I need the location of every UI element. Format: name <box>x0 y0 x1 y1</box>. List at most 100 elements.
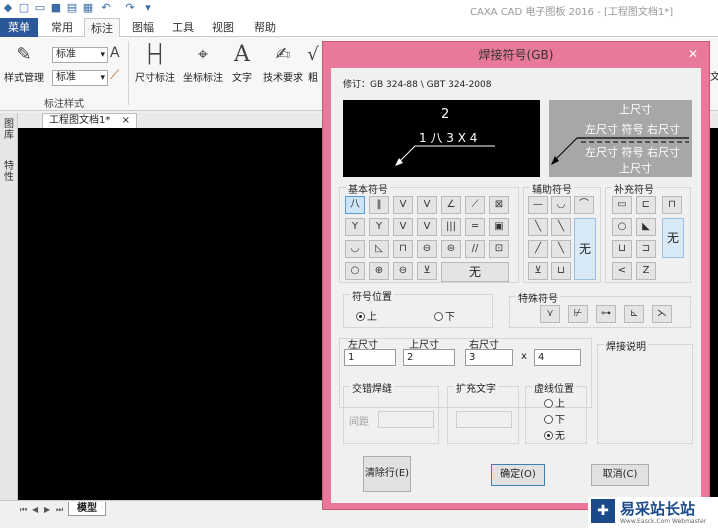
basic-symbol[interactable]: V <box>393 196 413 214</box>
basic-symbol[interactable]: Y <box>345 218 365 236</box>
tab-tools[interactable]: 工具 <box>166 18 200 37</box>
supp-none-button[interactable]: 无 <box>662 218 684 258</box>
print-icon[interactable]: ▦ <box>82 2 94 14</box>
print-preview-icon[interactable]: ▤ <box>66 2 78 14</box>
aux-none-button[interactable]: 无 <box>574 218 596 280</box>
position-up-radio[interactable]: 上 <box>356 308 377 323</box>
special-symbol[interactable]: ⊬ <box>568 305 588 323</box>
style-manage-button[interactable]: ✎ 样式管理 <box>2 41 46 84</box>
tab-view[interactable]: 视图 <box>206 18 240 37</box>
basic-symbol[interactable]: ▣ <box>489 218 509 236</box>
special-symbol[interactable]: ⊶ <box>596 305 616 323</box>
basic-symbol[interactable]: ||| <box>441 218 461 236</box>
supp-symbol[interactable]: ⊐ <box>636 240 656 258</box>
open-folder-icon[interactable]: ▭ <box>34 2 46 14</box>
basic-symbol[interactable]: // <box>465 240 485 258</box>
dashed-down-radio[interactable]: 下 <box>544 411 565 426</box>
aux-symbol[interactable]: ⊻ <box>528 262 548 280</box>
x-size-input[interactable]: 4 <box>534 349 581 366</box>
basic-none-button[interactable]: 无 <box>441 262 509 282</box>
basic-symbol[interactable]: 八 <box>345 196 365 214</box>
new-file-icon[interactable]: ▢ <box>18 2 30 14</box>
basic-symbol[interactable]: ∠ <box>441 196 461 214</box>
basic-symbol[interactable]: ⊠ <box>489 196 509 214</box>
text-button[interactable]: A 文字 <box>228 41 256 84</box>
coord-button[interactable]: ⌖ 坐标标注 <box>180 41 226 84</box>
basic-symbol[interactable]: Y <box>369 218 389 236</box>
text-style-icon[interactable]: A <box>110 45 120 61</box>
aux-symbol[interactable]: ╲ <box>528 218 548 236</box>
side-tab-library[interactable]: 图库 <box>3 119 15 141</box>
tab-common[interactable]: 常用 <box>46 18 78 37</box>
tab-menu[interactable]: 菜单 <box>0 18 38 37</box>
basic-symbol[interactable]: ⊖ <box>417 240 437 258</box>
up-size-input[interactable]: 2 <box>403 349 455 366</box>
app-logo-icon[interactable]: ◆ <box>2 2 14 14</box>
dim-style-icon[interactable]: ⟋ <box>110 68 119 83</box>
aux-symbol[interactable]: ╱ <box>528 240 548 258</box>
special-symbol[interactable]: ⋎ <box>540 305 560 323</box>
clear-row-button[interactable]: 清除行(E) <box>363 456 411 492</box>
side-tab-properties[interactable]: 特性 <box>3 161 15 183</box>
aux-symbol[interactable]: ⌒ <box>574 196 594 214</box>
basic-symbol[interactable]: ═ <box>465 218 485 236</box>
roughness-button[interactable]: √ 粗 <box>306 41 320 84</box>
supp-symbol[interactable]: < <box>612 262 632 280</box>
text-style-select[interactable]: 标准 <box>52 47 108 63</box>
supp-symbol[interactable]: ○ <box>612 218 632 236</box>
basic-symbol[interactable]: ⊓ <box>393 240 413 258</box>
aux-symbol[interactable]: ◡ <box>551 196 571 214</box>
basic-symbol[interactable]: ⊜ <box>441 240 461 258</box>
supp-symbol[interactable]: ⊓ <box>662 196 682 214</box>
basic-symbol[interactable]: ◡ <box>345 240 365 258</box>
basic-symbol[interactable]: V <box>417 218 437 236</box>
right-size-input[interactable]: 3 <box>465 349 513 366</box>
redo-icon[interactable]: ↷ <box>124 2 136 14</box>
aux-symbol[interactable]: ╲ <box>551 218 571 236</box>
customize-icon[interactable]: ▾ <box>142 2 154 14</box>
basic-symbol[interactable]: ⊕ <box>369 262 389 280</box>
basic-symbol[interactable]: ⊡ <box>489 240 509 258</box>
tech-button[interactable]: ✍ 技术要求 <box>260 41 306 84</box>
gap-input[interactable] <box>378 411 434 428</box>
tab-sheet[interactable]: 图幅 <box>126 18 160 37</box>
aux-symbol[interactable]: ⊔ <box>551 262 571 280</box>
supp-symbol[interactable]: ⊏ <box>636 196 656 214</box>
dim-style-select[interactable]: 标准 <box>52 70 108 86</box>
next-sheet-icon[interactable]: ▶ <box>44 505 50 514</box>
supp-symbol[interactable]: ⊔ <box>612 240 632 258</box>
last-sheet-icon[interactable]: ⏭ <box>56 505 63 515</box>
ok-button[interactable]: 确定(O) <box>491 464 545 486</box>
extend-text-input[interactable] <box>456 411 512 428</box>
basic-symbol[interactable]: ○ <box>345 262 365 280</box>
prev-sheet-icon[interactable]: ◀ <box>32 505 38 514</box>
tab-annotation[interactable]: 标注 <box>84 18 120 38</box>
basic-symbol[interactable]: ◺ <box>369 240 389 258</box>
basic-symbol[interactable]: V <box>393 218 413 236</box>
position-down-radio[interactable]: 下 <box>434 308 455 323</box>
save-icon[interactable]: ■ <box>50 2 62 14</box>
basic-symbol[interactable]: ‖ <box>369 196 389 214</box>
left-size-input[interactable]: 1 <box>344 349 396 366</box>
dashed-none-radio[interactable]: 无 <box>544 427 565 442</box>
special-symbol[interactable]: ⋋ <box>652 305 672 323</box>
aux-symbol[interactable]: — <box>528 196 548 214</box>
basic-symbol[interactable]: V <box>417 196 437 214</box>
basic-symbol[interactable]: ⟋ <box>465 196 485 214</box>
dashed-up-radio[interactable]: 上 <box>544 395 565 410</box>
aux-symbol[interactable]: ╲ <box>551 240 571 258</box>
basic-symbol[interactable]: ⊖ <box>393 262 413 280</box>
model-tab[interactable]: 模型 <box>68 502 106 516</box>
first-sheet-icon[interactable]: ⏮ <box>20 505 27 515</box>
basic-symbol[interactable]: ⊻ <box>417 262 437 280</box>
tab-help[interactable]: 帮助 <box>248 18 282 37</box>
close-icon[interactable]: × <box>122 115 130 126</box>
dialog-close-icon[interactable]: ✕ <box>683 46 703 62</box>
undo-icon[interactable]: ↶ <box>100 2 112 14</box>
document-tab[interactable]: 工程图文档1* × <box>42 113 137 128</box>
supp-symbol[interactable]: ◣ <box>636 218 656 236</box>
supp-symbol[interactable]: Z <box>636 262 656 280</box>
cancel-button[interactable]: 取消(C) <box>591 464 649 486</box>
dim-button[interactable]: ├┤ 尺寸标注 <box>132 41 178 84</box>
supp-symbol[interactable]: ▭ <box>612 196 632 214</box>
